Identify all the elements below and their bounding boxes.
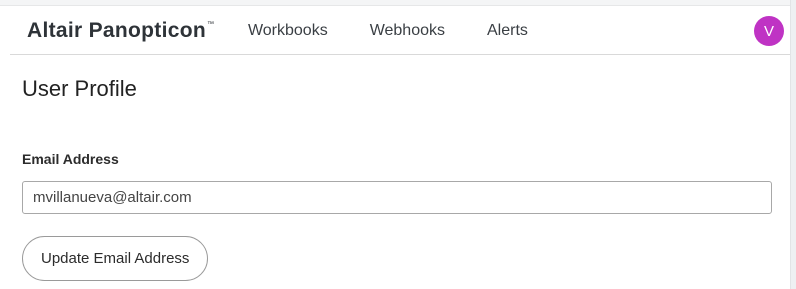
profile-content: User Profile Email Address Update Email … — [22, 56, 782, 281]
user-avatar[interactable]: V — [754, 16, 784, 46]
top-edge — [0, 0, 790, 6]
nav-webhooks[interactable]: Webhooks — [370, 22, 445, 40]
logo-text: Altair Panopticon — [27, 18, 206, 42]
main-nav: Workbooks Webhooks Alerts — [248, 22, 528, 40]
app-logo[interactable]: Altair Panopticon ™ — [27, 19, 214, 43]
update-email-button[interactable]: Update Email Address — [22, 236, 209, 281]
nav-alerts[interactable]: Alerts — [487, 22, 528, 40]
trademark-symbol: ™ — [206, 20, 214, 28]
top-navigation-bar: Altair Panopticon ™ Workbooks Webhooks A… — [10, 7, 790, 55]
nav-workbooks[interactable]: Workbooks — [248, 22, 328, 40]
email-address-label: Email Address — [22, 151, 119, 167]
right-edge — [790, 0, 796, 289]
user-profile-page: Altair Panopticon ™ Workbooks Webhooks A… — [0, 0, 796, 289]
email-field[interactable] — [22, 181, 772, 214]
page-title: User Profile — [22, 76, 137, 101]
